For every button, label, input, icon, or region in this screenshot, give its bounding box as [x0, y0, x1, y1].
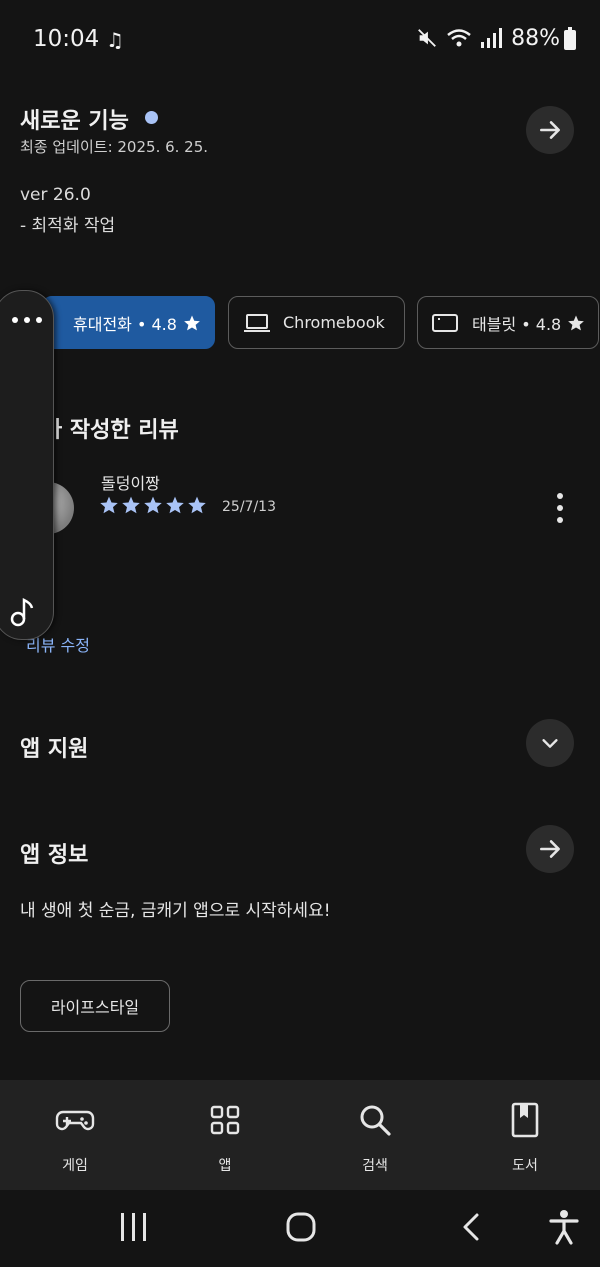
release-note: - 최적화 작업 [20, 216, 116, 236]
battery-icon [564, 27, 576, 50]
signal-icon [481, 28, 502, 48]
music-note-icon: ♫ [106, 28, 124, 52]
app-support-expand-button[interactable] [526, 719, 574, 767]
nav-games-label: 게임 [62, 1158, 88, 1174]
chip-chromebook-label: Chromebook [283, 313, 385, 332]
review-date: 25/7/13 [222, 499, 276, 515]
laptop-icon [244, 313, 270, 332]
gamepad-icon [55, 1110, 95, 1131]
app-info-arrow-button[interactable] [526, 825, 574, 873]
arrow-right-icon [540, 840, 560, 858]
star-icon [568, 315, 585, 330]
battery-percent: 88% [511, 26, 560, 51]
chip-phone-label: 휴대전화 • 4.8 [73, 314, 177, 334]
more-horiz-icon[interactable] [9, 313, 49, 327]
chip-tablet-label: 태블릿 • 4.8 [472, 314, 562, 334]
last-updated: 최종 업데이트: 2025. 6. 25. [20, 138, 209, 156]
nav-apps-label: 앱 [218, 1158, 232, 1174]
chip-phone[interactable]: 휴대전화 • 4.8 [42, 296, 215, 349]
nav-books-label: 도서 [512, 1158, 538, 1174]
tablet-icon [432, 313, 458, 332]
book-icon [511, 1102, 539, 1138]
system-nav-bar [0, 1190, 600, 1267]
star-icon [100, 496, 118, 514]
apps-grid-icon [210, 1105, 240, 1135]
home-icon[interactable] [285, 1211, 317, 1243]
search-icon [360, 1105, 391, 1136]
rating-stars [99, 495, 207, 515]
recent-apps-icon[interactable] [119, 1213, 149, 1241]
star-icon [188, 496, 206, 514]
app-info-title: 앱 정보 [20, 843, 89, 868]
new-indicator-dot [145, 111, 158, 124]
app-support-title: 앱 지원 [20, 737, 89, 762]
floating-side-panel[interactable] [0, 290, 54, 640]
chevron-down-icon [542, 739, 558, 748]
status-icons [416, 27, 502, 49]
star-icon [166, 496, 184, 514]
music-note-icon[interactable] [9, 597, 37, 627]
reviewer-name: 돌덩이짱 [101, 474, 160, 493]
status-time: 10:04 [33, 26, 100, 52]
category-tag-button[interactable]: 라이프스타일 [20, 980, 170, 1032]
more-vert-icon [557, 493, 563, 523]
chip-chromebook[interactable]: Chromebook [228, 296, 405, 349]
wifi-icon [447, 29, 471, 47]
my-review-title: 가 작성한 리뷰 [42, 418, 179, 443]
chip-tablet[interactable]: 태블릿 • 4.8 [417, 296, 599, 349]
whats-new-arrow-button[interactable] [526, 106, 574, 154]
star-icon [122, 496, 140, 514]
arrow-right-icon [540, 121, 560, 139]
back-icon[interactable] [460, 1212, 482, 1242]
whats-new-title: 새로운 기능 [20, 109, 129, 134]
star-icon [144, 496, 162, 514]
mute-icon [418, 29, 436, 47]
nav-search-label: 검색 [362, 1158, 388, 1174]
accessibility-icon[interactable] [548, 1209, 580, 1245]
review-more-button[interactable] [546, 490, 574, 526]
app-description: 내 생애 첫 순금, 금캐기 앱으로 시작하세요! [20, 901, 331, 921]
version-text: ver 26.0 [20, 185, 91, 205]
star-icon [184, 315, 200, 330]
